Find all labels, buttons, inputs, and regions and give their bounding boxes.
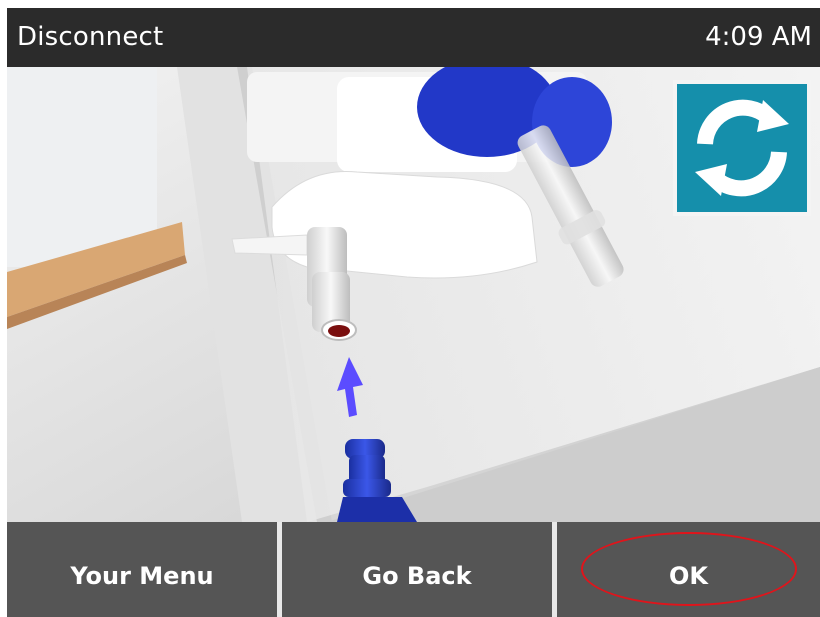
- footer-button-bar: Your Menu Go Back OK: [7, 522, 820, 617]
- clock: 4:09 AM: [705, 22, 812, 52]
- your-menu-label: Your Menu: [70, 561, 214, 590]
- go-back-label: Go Back: [362, 561, 472, 590]
- ok-button[interactable]: OK: [557, 522, 820, 617]
- page-title: Disconnect: [17, 22, 164, 52]
- go-back-button[interactable]: Go Back: [282, 522, 552, 617]
- title-bar: Disconnect 4:09 AM: [7, 8, 820, 67]
- your-menu-button[interactable]: Your Menu: [7, 522, 277, 617]
- refresh-button-face: [677, 84, 807, 212]
- device-screen: Disconnect 4:09 AM Your Menu Go Back OK: [7, 8, 820, 617]
- refresh-button[interactable]: [673, 80, 811, 216]
- refresh-icon: [695, 99, 789, 197]
- ok-label: OK: [669, 561, 708, 590]
